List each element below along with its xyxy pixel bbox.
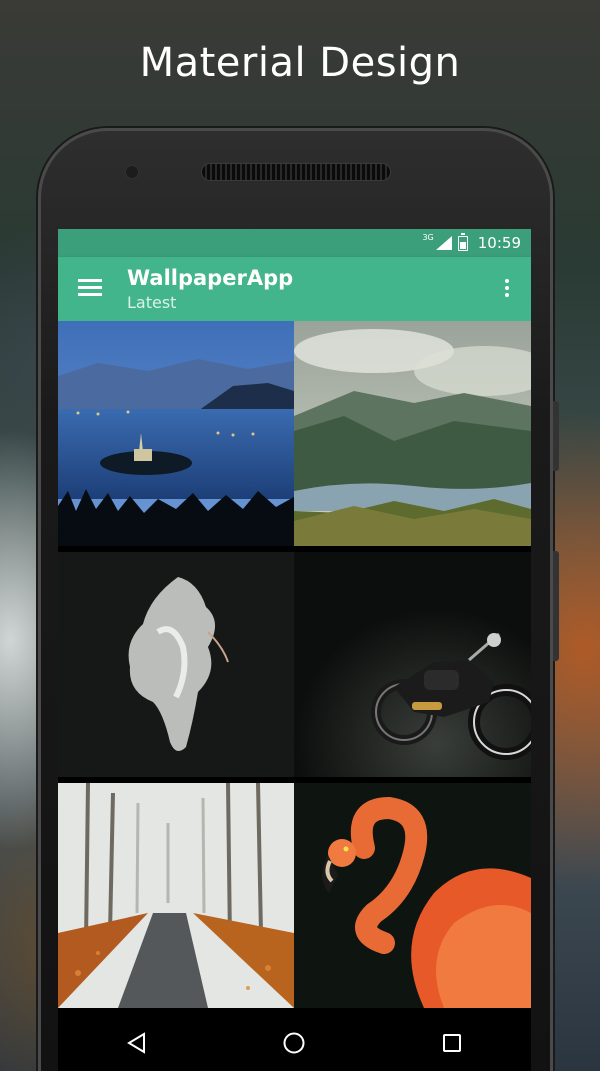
signal-icon bbox=[435, 236, 452, 250]
volume-button bbox=[553, 401, 559, 471]
smoke-image bbox=[58, 552, 294, 777]
wallpaper-grid bbox=[58, 321, 531, 1008]
lake-island-image bbox=[58, 321, 294, 546]
battery-icon bbox=[457, 232, 468, 251]
app-title: WallpaperApp bbox=[127, 266, 294, 290]
flamingo-image bbox=[294, 783, 531, 1008]
earpiece-speaker bbox=[201, 163, 391, 181]
status-bar: 3G 10:59 bbox=[58, 229, 531, 257]
app-bar: WallpaperApp Latest bbox=[58, 257, 531, 321]
foggy-road-image bbox=[58, 783, 294, 1008]
wallpaper-tile-motorcycle[interactable] bbox=[294, 552, 531, 777]
clock: 10:59 bbox=[477, 234, 521, 252]
wallpaper-tile-mountain-valley[interactable] bbox=[294, 321, 531, 546]
wallpaper-tile-lake-island[interactable] bbox=[58, 321, 294, 546]
network-type: 3G bbox=[422, 232, 434, 242]
wallpaper-tile-flamingo[interactable] bbox=[294, 783, 531, 1008]
headline: Material Design bbox=[139, 40, 461, 86]
back-triangle-icon[interactable] bbox=[117, 1023, 157, 1063]
hamburger-menu-icon[interactable] bbox=[78, 279, 102, 299]
wallpaper-tile-smoke[interactable] bbox=[58, 552, 294, 777]
phone-screen: 3G 10:59 WallpaperApp Latest bbox=[58, 229, 531, 1071]
motorcycle-image bbox=[294, 552, 531, 777]
mountain-valley-image bbox=[294, 321, 531, 546]
home-circle-icon[interactable] bbox=[274, 1023, 314, 1063]
navigation-bar bbox=[58, 1014, 531, 1071]
more-vert-icon[interactable] bbox=[503, 279, 511, 301]
front-camera bbox=[125, 165, 139, 179]
wallpaper-tile-foggy-road[interactable] bbox=[58, 783, 294, 1008]
app-subtitle: Latest bbox=[127, 293, 177, 312]
power-button bbox=[553, 551, 559, 661]
app-bar-titles: WallpaperApp Latest bbox=[127, 264, 293, 314]
recents-square-icon[interactable] bbox=[432, 1023, 472, 1063]
